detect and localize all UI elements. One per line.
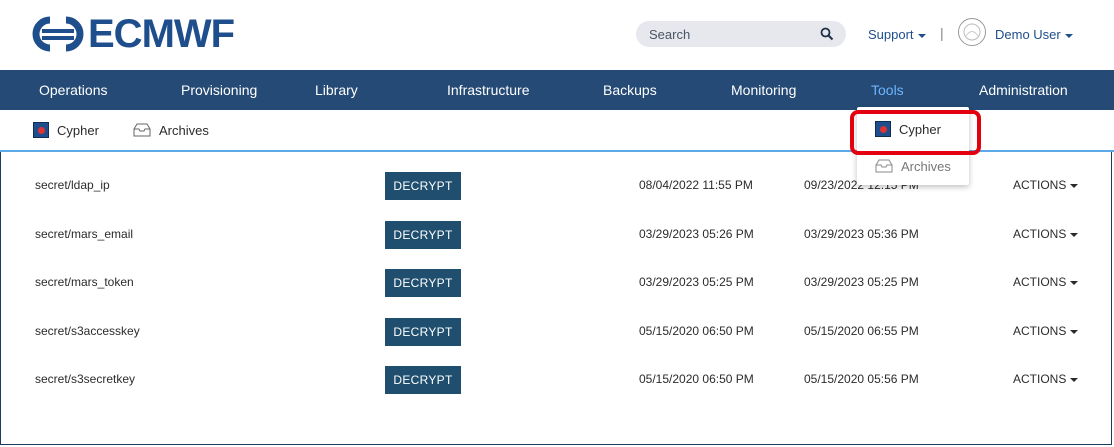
archive-icon (875, 159, 893, 173)
actions-menu[interactable]: ACTIONS (1013, 372, 1079, 386)
updated-date: 03/29/2023 05:25 PM (804, 275, 919, 289)
created-date: 03/29/2023 05:25 PM (639, 275, 754, 289)
table-row: secret/s3secretkey DECRYPT 05/15/2020 06… (0, 355, 1114, 404)
caret-down-icon (1070, 329, 1079, 334)
support-menu[interactable]: Support (868, 27, 926, 42)
avatar[interactable] (958, 18, 986, 46)
secret-key: secret/mars_email (35, 227, 134, 241)
subnav-item-archives[interactable]: Archives (133, 122, 209, 138)
nav-item-provisioning[interactable]: Provisioning (181, 82, 257, 98)
caret-down-icon (1070, 377, 1079, 382)
created-date: 03/29/2023 05:26 PM (639, 227, 754, 241)
nav-item-library[interactable]: Library (315, 82, 358, 98)
archive-icon (133, 123, 151, 137)
table-row: secret/s3accesskey DECRYPT 05/15/2020 06… (0, 307, 1114, 356)
subnav-label: Archives (159, 122, 209, 138)
actions-label: ACTIONS (1013, 372, 1067, 386)
dropdown-label: Archives (901, 158, 951, 174)
ecmwf-logo-icon (32, 16, 84, 52)
actions-menu[interactable]: ACTIONS (1013, 178, 1079, 192)
support-label: Support (868, 27, 914, 42)
logo-text: ECMWF (88, 12, 235, 56)
updated-date: 05/15/2020 06:55 PM (804, 324, 919, 338)
created-date: 05/15/2020 06:50 PM (639, 372, 754, 386)
actions-label: ACTIONS (1013, 178, 1067, 192)
updated-date: 05/15/2020 05:56 PM (804, 372, 919, 386)
actions-menu[interactable]: ACTIONS (1013, 227, 1079, 241)
user-label: Demo User (995, 27, 1061, 42)
created-date: 05/15/2020 06:50 PM (639, 324, 754, 338)
dropdown-item-archives[interactable]: Archives (875, 158, 951, 174)
secret-key: secret/mars_token (35, 275, 134, 289)
header-separator: | (940, 25, 944, 41)
table-row: secret/mars_token DECRYPT 03/29/2023 05:… (0, 258, 1114, 307)
actions-label: ACTIONS (1013, 227, 1067, 241)
subnav-item-cypher[interactable]: Cypher (33, 122, 99, 138)
secret-key: secret/ldap_ip (35, 178, 110, 192)
actions-label: ACTIONS (1013, 275, 1067, 289)
table-row: secret/mars_email DECRYPT 03/29/2023 05:… (0, 210, 1114, 259)
caret-down-icon (1070, 183, 1079, 188)
actions-label: ACTIONS (1013, 324, 1067, 338)
user-avatar-icon (963, 23, 981, 41)
decrypt-button[interactable]: DECRYPT (385, 366, 461, 394)
caret-down-icon (917, 33, 926, 38)
subnav-label: Cypher (57, 122, 99, 138)
cypher-icon (33, 122, 49, 138)
created-date: 08/04/2022 11:55 PM (639, 178, 753, 192)
search-input[interactable] (647, 25, 811, 43)
caret-down-icon (1070, 280, 1079, 285)
decrypt-button[interactable]: DECRYPT (385, 221, 461, 249)
actions-menu[interactable]: ACTIONS (1013, 275, 1079, 289)
nav-item-infrastructure[interactable]: Infrastructure (447, 82, 529, 98)
header: ECMWF Support | Demo User (0, 0, 1114, 70)
decrypt-button[interactable]: DECRYPT (385, 269, 461, 297)
main-nav: Operations Provisioning Library Infrastr… (0, 70, 1114, 110)
actions-menu[interactable]: ACTIONS (1013, 324, 1079, 338)
decrypt-button[interactable]: DECRYPT (385, 172, 461, 200)
nav-item-administration[interactable]: Administration (979, 82, 1068, 98)
nav-item-operations[interactable]: Operations (39, 82, 107, 98)
nav-item-backups[interactable]: Backups (603, 82, 657, 98)
decrypt-button[interactable]: DECRYPT (385, 318, 461, 346)
highlight-box (850, 110, 981, 155)
nav-item-monitoring[interactable]: Monitoring (731, 82, 796, 98)
logo[interactable]: ECMWF (28, 12, 235, 56)
secret-key: secret/s3secretkey (35, 372, 136, 386)
caret-down-icon (1064, 33, 1073, 38)
updated-date: 03/29/2023 05:36 PM (804, 227, 919, 241)
secret-key: secret/s3accesskey (35, 324, 140, 338)
caret-down-icon (1070, 232, 1079, 237)
search-box[interactable] (636, 21, 846, 47)
search-icon[interactable] (820, 27, 834, 41)
user-menu[interactable]: Demo User (995, 27, 1073, 42)
nav-item-tools[interactable]: Tools (871, 82, 904, 98)
